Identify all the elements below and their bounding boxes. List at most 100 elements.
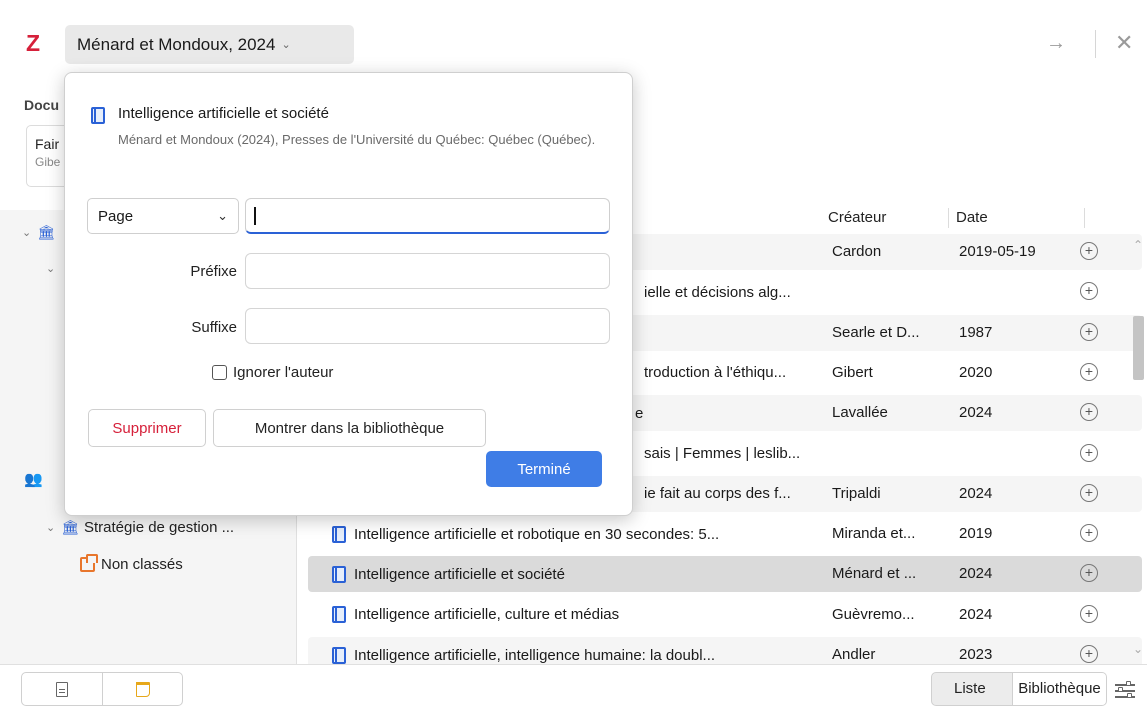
row-creator: Gibert [832,363,873,381]
sidebar-item-strategie[interactable]: ⌄ 🏛 Stratégie de gestion ... [46,519,234,536]
chevron-down-icon[interactable]: ⌄ [22,226,31,239]
add-circle-icon[interactable]: + [1080,443,1098,462]
sidebar-item-non-classes[interactable]: Non classés [80,554,183,573]
group-people-icon: 👥 [24,471,43,488]
library-icon: 🏛 [37,224,55,240]
document-icon [56,681,68,697]
chevron-down-icon: ⌄ [217,208,228,223]
toggle-library[interactable]: Bibliothèque [1012,673,1106,705]
column-header-creator[interactable]: Créateur [828,202,886,234]
add-circle-icon[interactable]: + [1080,524,1098,543]
scroll-up-icon[interactable]: ⌃ [1133,238,1143,252]
row-creator: Ménard et ... [832,565,917,583]
column-divider[interactable] [948,208,949,228]
add-circle-icon[interactable]: + [1080,604,1098,623]
scroll-down-icon[interactable]: ⌄ [1133,642,1143,656]
library-root[interactable]: ⌄ 🏛 [22,224,60,241]
row-creator: Guèvremo... [832,605,915,623]
locator-input[interactable] [245,198,610,234]
row-date: 1987 [959,323,993,341]
chevron-down-icon: ⌄ [281,39,291,51]
add-circle-icon[interactable]: + [1080,645,1098,663]
column-divider[interactable] [1084,208,1085,228]
row-date: 2024 [959,404,993,422]
column-header-date[interactable]: Date [956,202,988,234]
row-title-text: Intelligence artificielle, intelligence … [354,646,716,664]
book-icon [332,565,346,583]
close-icon[interactable]: ✕ [1115,30,1133,56]
shared-group[interactable]: 👥 [24,470,43,488]
row-title-text: Intelligence artificielle et robotique e… [354,525,720,543]
settings-sliders-icon[interactable] [1115,681,1135,698]
suffix-label: Suffixe [191,319,237,336]
checkbox-box[interactable] [212,365,227,380]
row-date: 2024 [959,605,993,623]
group-caret[interactable]: ⌄ [46,262,61,275]
book-icon [91,107,105,124]
row-title-text: ielle et décisions alg... [644,283,791,301]
row-date: 2023 [959,646,993,663]
suppress-author-checkbox[interactable]: Ignorer l'auteur [212,364,333,381]
divider [1095,30,1096,58]
done-button[interactable]: Terminé [486,451,602,487]
chevron-down-icon[interactable]: ⌄ [46,262,55,275]
unfiled-icon [80,554,98,572]
row-creator: Lavallée [832,404,888,422]
add-circle-icon[interactable]: + [1080,322,1098,341]
prefix-label: Préfixe [190,263,237,280]
documents-label: Docu [24,97,59,113]
row-title-text: Intelligence artificielle, culture et mé… [354,606,620,624]
mode-toggle: Liste Bibliothèque [931,672,1107,706]
row-date: 2020 [959,363,993,381]
add-circle-icon[interactable]: + [1080,362,1098,381]
row-title-text: ie fait au corps des f... [644,485,791,503]
sidebar-item-label: Non classés [101,556,183,573]
add-circle-icon[interactable]: + [1080,282,1098,301]
zotero-citation-dialog: Z Ménard et Mondoux, 2024 ⌄ → ✕ Docu Fai… [0,0,1147,713]
table-row[interactable]: Intelligence artificielle et robotique e… [308,516,1142,552]
notes-view-button[interactable] [102,673,182,705]
documents-view-button[interactable] [22,673,102,705]
table-row[interactable]: Intelligence artificielle, culture et mé… [308,597,1142,633]
show-in-library-button[interactable]: Montrer dans la bibliothèque [213,409,486,447]
row-title: Intelligence artificielle, culture et mé… [332,597,827,633]
citation-item-popup: Intelligence artificielle et société Mén… [64,72,633,516]
book-icon [332,525,346,543]
note-icon [135,681,150,697]
row-title: Intelligence artificielle et société [332,556,827,592]
zotero-logo: Z [26,30,41,56]
add-circle-icon[interactable]: + [1080,483,1098,502]
book-icon [332,646,346,664]
row-title: Intelligence artificielle et robotique e… [332,516,827,552]
add-circle-icon[interactable]: + [1080,403,1098,422]
suppress-author-label: Ignorer l'auteur [233,364,334,381]
table-row[interactable]: Intelligence artificielle et société Ména… [308,556,1142,593]
row-date: 2024 [959,565,993,583]
library-icon: 🏛 [61,519,79,535]
add-circle-icon[interactable]: + [1080,242,1098,260]
popup-item-title: Intelligence artificielle et société [118,105,329,122]
scrollbar-thumb[interactable] [1133,316,1144,380]
chevron-down-icon[interactable]: ⌄ [46,521,55,534]
arrow-right-icon[interactable]: → [1046,32,1066,55]
row-creator: Andler [832,646,876,663]
locator-type-select[interactable]: Page ⌄ [87,198,239,234]
row-title-text: Intelligence artificielle et société [354,565,565,583]
add-circle-icon[interactable]: + [1080,564,1098,583]
row-creator: Miranda et... [832,525,916,543]
row-date: 2019 [959,525,993,543]
view-toggle-group [21,672,183,706]
prefix-input[interactable] [245,253,610,289]
popup-item-subtitle: Ménard et Mondoux (2024), Presses de l'U… [118,132,596,147]
citation-selector[interactable]: Ménard et Mondoux, 2024 ⌄ [65,25,354,64]
suffix-input[interactable] [245,308,610,344]
row-title-text: e [635,404,644,422]
sidebar-item-label: Stratégie de gestion ... [84,519,235,536]
row-title-text: troduction à l'éthiqu... [644,364,787,382]
remove-button[interactable]: Supprimer [88,409,206,447]
toggle-list[interactable]: Liste [954,673,986,705]
bottom-bar: Liste Bibliothèque [0,664,1147,713]
row-date: 2019-05-19 [959,243,1036,260]
citation-selector-label: Ménard et Mondoux, 2024 [77,34,276,54]
row-title-text: sais | Femmes | leslib... [644,445,801,462]
